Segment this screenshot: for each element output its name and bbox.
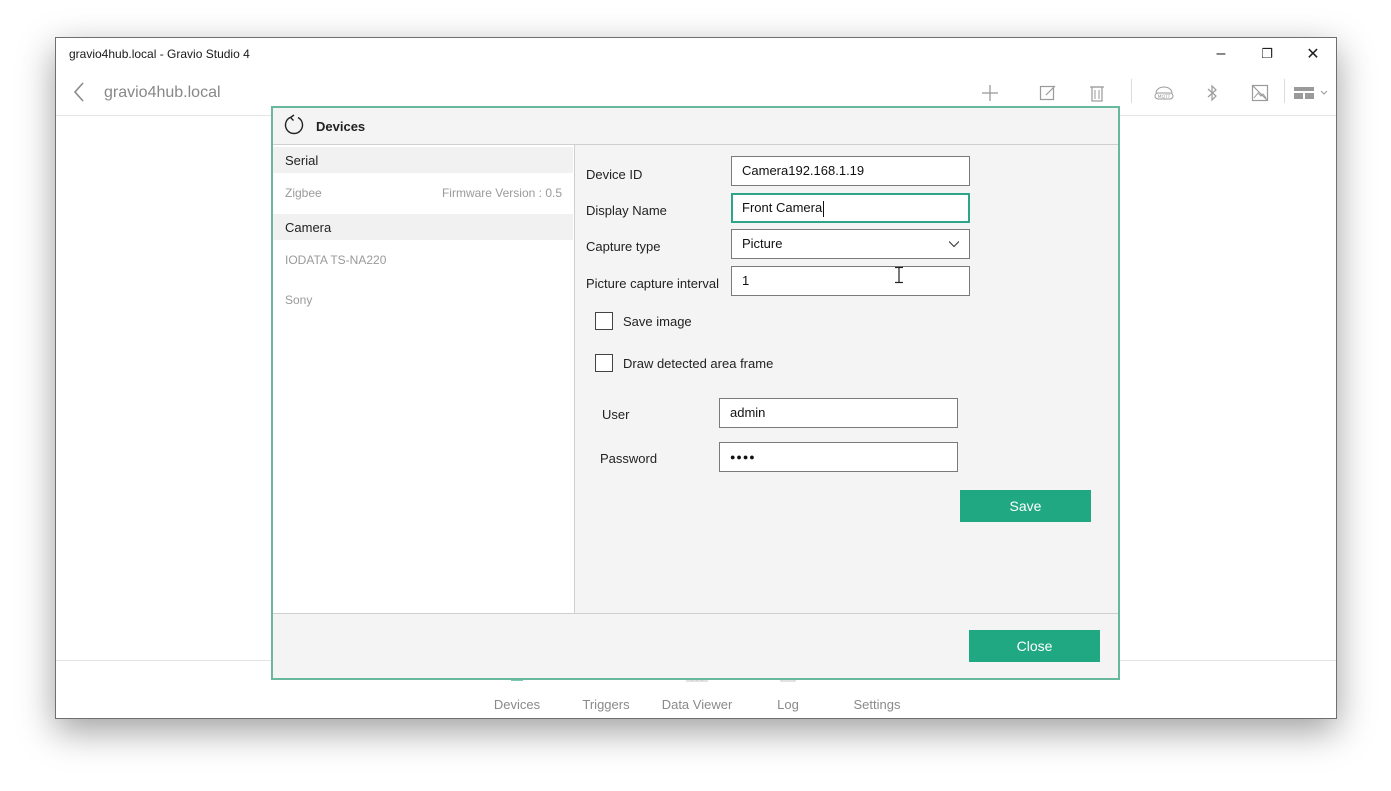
display-name-value: Front Camera [742, 200, 823, 215]
close-window-button[interactable]: ✕ [1290, 38, 1336, 70]
no-image-icon[interactable] [1245, 78, 1275, 108]
toolbar-separator [1131, 79, 1132, 103]
save-button[interactable]: Save [960, 490, 1091, 522]
mqtt-icon[interactable]: MQTT [1149, 78, 1179, 108]
device-id-field[interactable]: Camera192.168.1.19 [731, 156, 970, 186]
close-dialog-button[interactable]: Close [969, 630, 1100, 662]
display-name-label: Display Name [586, 203, 667, 218]
dialog-footer: Close [273, 613, 1118, 679]
title-bar: gravio4hub.local - Gravio Studio 4 – ❐ ✕ [56, 38, 1336, 70]
host-label: gravio4hub.local [104, 84, 221, 101]
save-image-checkbox[interactable] [595, 312, 613, 330]
dialog-header: Devices [273, 108, 1118, 145]
password-field[interactable]: ●●●● [719, 442, 958, 472]
password-label: Password [600, 451, 658, 466]
dialog-title: Devices [316, 119, 366, 134]
user-value: admin [730, 405, 766, 420]
save-image-label: Save image [623, 314, 692, 329]
devices-dialog: Devices Serial Zigbee Firmware Version :… [271, 106, 1120, 680]
minimize-button[interactable]: – [1198, 38, 1244, 70]
password-value: ●●●● [730, 452, 756, 462]
add-icon[interactable] [975, 78, 1005, 108]
draw-frame-checkbox[interactable] [595, 354, 613, 372]
nav-label: Log [777, 697, 799, 712]
user-field[interactable]: admin [719, 398, 958, 428]
capture-type-select[interactable]: Picture [731, 229, 970, 259]
capture-type-label: Capture type [586, 239, 661, 254]
bluetooth-icon[interactable] [1197, 78, 1227, 108]
text-caret [823, 200, 825, 217]
delete-icon[interactable] [1082, 78, 1112, 108]
nav-label: Triggers [582, 697, 630, 712]
device-id-value: Camera192.168.1.19 [742, 163, 865, 178]
firmware-version: Firmware Version : 0.5 [441, 186, 562, 200]
svg-text:MQTT: MQTT [1158, 94, 1171, 100]
toolbar-separator [1284, 79, 1285, 103]
nav-label: Devices [493, 697, 541, 712]
restore-button[interactable]: ❐ [1244, 38, 1290, 70]
capture-interval-field[interactable]: 1 [731, 266, 970, 296]
group-header-camera[interactable]: Camera [273, 214, 573, 240]
group-label: Serial [285, 153, 319, 168]
draw-frame-label: Draw detected area frame [623, 356, 774, 371]
window-title: gravio4hub.local - Gravio Studio 4 [69, 47, 250, 61]
back-icon[interactable] [72, 81, 86, 108]
refresh-icon[interactable] [283, 114, 305, 136]
device-list: Serial Zigbee Firmware Version : 0.5 Cam… [273, 145, 575, 613]
user-label: User [602, 407, 630, 422]
device-id-label: Device ID [586, 167, 643, 182]
nav-label: Settings [853, 697, 901, 712]
capture-type-value: Picture [742, 236, 783, 251]
device-item-sony[interactable]: Sony [285, 293, 312, 307]
edit-icon[interactable] [1033, 78, 1063, 108]
display-name-field[interactable]: Front Camera [731, 193, 970, 223]
capture-interval-value: 1 [742, 273, 750, 288]
chevron-down-icon [949, 241, 959, 248]
capture-interval-label: Picture capture interval [586, 276, 719, 291]
device-item-zigbee[interactable]: Zigbee [285, 186, 322, 200]
layout-icon[interactable] [1290, 78, 1334, 108]
group-header-serial[interactable]: Serial [273, 147, 573, 173]
group-label: Camera [285, 220, 332, 235]
device-item-iodata[interactable]: IODATA TS-NA220 [285, 253, 386, 267]
text-cursor-icon [895, 266, 903, 284]
nav-label: Data Viewer [661, 697, 733, 712]
